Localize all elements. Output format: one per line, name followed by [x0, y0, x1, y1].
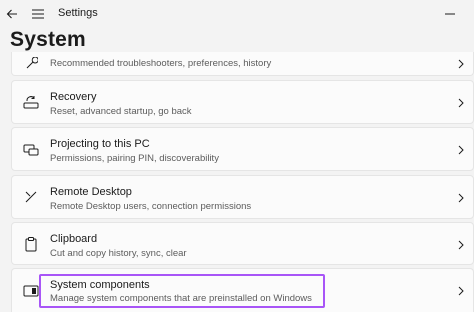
setting-description: Reset, advanced startup, go back: [50, 106, 192, 117]
clipboard-icon: [22, 235, 40, 253]
back-arrow-icon: [6, 9, 17, 19]
app-title: Settings: [58, 7, 98, 19]
chevron-right-icon: [455, 285, 467, 297]
title-bar: Settings: [0, 0, 474, 28]
page-title: System: [10, 28, 86, 51]
recovery-icon: [22, 93, 40, 111]
hamburger-icon: [32, 9, 44, 19]
settings-card-clipboard[interactable]: Clipboard Cut and copy history, sync, cl…: [11, 222, 474, 265]
settings-card-troubleshoot[interactable]: Recommended troubleshooters, preferences…: [11, 52, 474, 76]
chevron-right-icon: [455, 97, 467, 109]
chevron-right-icon: [455, 58, 467, 70]
projecting-icon: [22, 141, 40, 159]
back-button[interactable]: [0, 2, 24, 26]
minimize-button[interactable]: [438, 2, 462, 26]
setting-description: Manage system components that are preins…: [50, 293, 312, 304]
setting-description: Remote Desktop users, connection permiss…: [50, 201, 252, 212]
remote-desktop-icon: [22, 188, 40, 206]
settings-card-projecting[interactable]: Projecting to this PC Permissions, pairi…: [11, 127, 474, 171]
settings-card-recovery[interactable]: Recovery Reset, advanced startup, go bac…: [11, 80, 474, 124]
system-components-icon: [22, 282, 40, 300]
setting-description: Permissions, pairing PIN, discoverabilit…: [50, 153, 219, 164]
setting-label: Projecting to this PC: [50, 138, 150, 150]
settings-card-remote-desktop[interactable]: Remote Desktop Remote Desktop users, con…: [11, 175, 474, 219]
navigation-menu-button[interactable]: [26, 2, 50, 26]
chevron-right-icon: [455, 239, 467, 251]
setting-description: Cut and copy history, sync, clear: [50, 248, 187, 259]
setting-description: Recommended troubleshooters, preferences…: [50, 58, 272, 69]
setting-label: Remote Desktop: [50, 186, 132, 198]
minimize-icon: [445, 13, 455, 15]
chevron-right-icon: [455, 192, 467, 204]
settings-card-system-components[interactable]: System components Manage system componen…: [11, 268, 474, 312]
setting-label: System components: [50, 279, 150, 291]
setting-label: Clipboard: [50, 233, 98, 245]
setting-label: Recovery: [50, 91, 97, 103]
troubleshoot-icon: [22, 55, 40, 73]
chevron-right-icon: [455, 144, 467, 156]
